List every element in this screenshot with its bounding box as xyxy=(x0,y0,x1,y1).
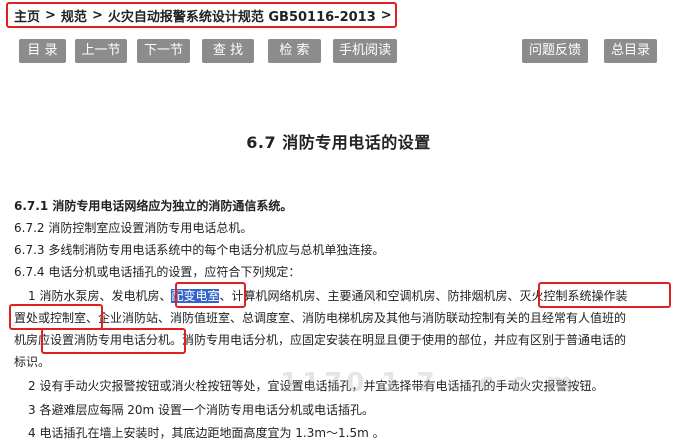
breadcrumb-document-link[interactable]: 火灾自动报警系统设计规范 GB50116-2013 xyxy=(108,6,376,25)
item-1-text: 、计算机网络机房、主要通风和空调机房、防排烟机房、 xyxy=(219,289,520,303)
item-1-line-1: 1 消防水泵房、发电机房、配变电室、计算机网络机房、主要通风和空调机房、防排烟机… xyxy=(14,285,669,307)
item-1-text: 灭火控制系统操作装 xyxy=(519,289,628,303)
next-section-button[interactable]: 下一节 xyxy=(137,39,190,63)
clause-6-7-2: 6.7.2 消防控制室应设置消防专用电话总机。 xyxy=(14,221,253,235)
breadcrumb-separator: > xyxy=(91,7,103,23)
find-button[interactable]: 查 找 xyxy=(202,39,254,63)
breadcrumb: 主页 > 规范 > 火灾自动报警系统设计规范 GB50116-2013 > xyxy=(6,2,397,28)
breadcrumb-norms-link[interactable]: 规范 xyxy=(61,6,87,25)
clause-6-7-4: 6.7.4 电话分机或电话插孔的设置，应符合下列规定： xyxy=(14,265,301,279)
mobile-reading-button[interactable]: 手机阅读 xyxy=(333,39,397,63)
section-title: 6.7 消防专用电话的设置 xyxy=(246,133,431,152)
toolbar: 目 录 上一节 下一节 查 找 检 索 手机阅读 问题反馈 总目录 xyxy=(0,39,677,63)
item-1-text: 1 消防水泵房、发电机房、 xyxy=(28,289,172,303)
clause-6-7-1: 6.7.1 消防专用电话网络应为独立的消防通信系统。 xyxy=(14,199,293,213)
item-1-text: 应设置消防专用电话分机 xyxy=(38,333,171,347)
feedback-button[interactable]: 问题反馈 xyxy=(522,39,588,63)
breadcrumb-home-link[interactable]: 主页 xyxy=(14,6,40,25)
item-1-line-4: 标识。 xyxy=(14,355,51,369)
item-1-text: 、企业消防站、消防值班室、总调度室、消防电梯机房及其他与消防联动控制有关的且经常… xyxy=(86,311,627,325)
item-3: 3 各避难层应每隔 20m 设置一个消防专用电话分机或电话插孔。 xyxy=(28,403,375,417)
breadcrumb-separator: > xyxy=(45,7,56,23)
overall-catalog-button[interactable]: 总目录 xyxy=(604,39,657,63)
prev-section-button[interactable]: 上一节 xyxy=(75,39,127,63)
item-1-text: 。消防专用电话分机，应固定安装在明显且便于使用的部位，并应有区别于普通电话的 xyxy=(170,333,627,347)
clause-6-7-3: 6.7.3 多线制消防专用电话系统中的每个电话分机应与总机单独连接。 xyxy=(14,243,385,257)
item-2: 2 设有手动火灾报警按钮或消火栓按钮等处，宜设置电话插孔，并宜选择带有电话插孔的… xyxy=(28,379,604,393)
search-button[interactable]: 检 索 xyxy=(268,39,321,63)
item-1-line-2: 置处或控制室、企业消防站、消防值班室、总调度室、消防电梯机房及其他与消防联动控制… xyxy=(14,307,669,329)
item-1-text: 置处或控制室 xyxy=(14,311,87,325)
catalog-button[interactable]: 目 录 xyxy=(19,39,66,63)
item-1-text: 机房 xyxy=(14,333,39,347)
selected-text: 配变电室 xyxy=(171,289,220,303)
breadcrumb-separator: > xyxy=(380,7,392,23)
item-1-line-3: 机房应设置消防专用电话分机。消防专用电话分机，应固定安装在明显且便于使用的部位，… xyxy=(14,329,669,351)
